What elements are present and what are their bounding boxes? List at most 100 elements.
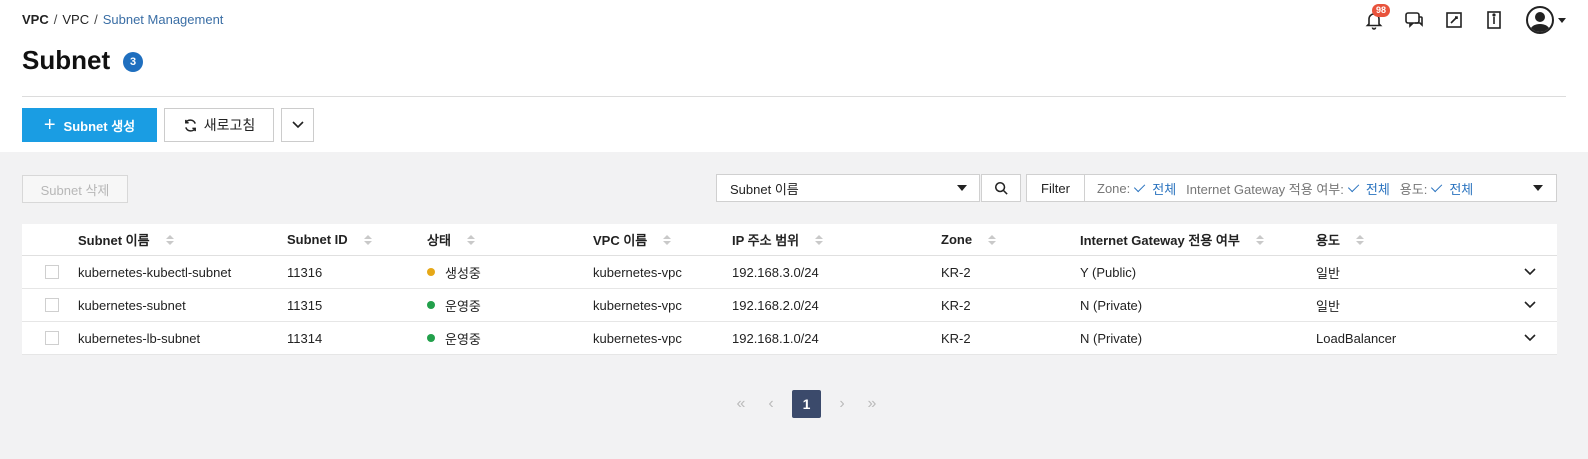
sort-icon [466,234,475,245]
user-icon[interactable] [1526,6,1554,34]
check-icon [1134,180,1146,193]
chat-icon[interactable] [1402,8,1426,32]
sort-icon [663,234,672,245]
cell-igw: N (Private) [1080,330,1143,346]
cell-ip-range: 192.168.2.0/24 [732,297,819,313]
column-header-subnet-name[interactable]: Subnet 이름 [78,230,174,249]
column-header-usage[interactable]: 용도 [1316,230,1364,249]
filter-key-usage: 용도: [1399,181,1428,197]
page-button-current[interactable]: 1 [792,390,821,418]
column-header-vpc-name[interactable]: VPC 이름 [593,230,672,249]
cell-vpc-name: kubernetes-vpc [593,264,682,280]
subnet-table: Subnet 이름 Subnet ID 상태 VPC 이름 IP 주소 범위 Z… [22,224,1557,355]
refresh-button[interactable]: 새로고침 [164,108,274,142]
column-header-ip-range[interactable]: IP 주소 범위 [732,230,824,249]
filter-bar[interactable]: Filter Zone: 전체 Internet Gateway 적용 여부: … [1026,174,1557,202]
breadcrumb: VPC / VPC / Subnet Management [22,12,223,27]
table-row[interactable]: kubernetes-subnet 11315 운영중 kubernetes-v… [22,289,1557,322]
content-area: Subnet 삭제 Subnet 이름 Filter Zone: 전체 Inte… [0,152,1588,459]
sort-icon [1255,234,1264,245]
cell-status: 운영중 [427,296,481,315]
column-header-igw[interactable]: Internet Gateway 전용 여부 [1080,230,1264,249]
breadcrumb-item-subnet-management[interactable]: Subnet Management [103,12,224,27]
breadcrumb-separator: / [94,12,98,27]
row-checkbox[interactable] [45,265,59,279]
filter-label: Filter [1027,175,1085,201]
sort-icon [165,234,174,245]
delete-subnet-button[interactable]: Subnet 삭제 [22,175,128,203]
filter-key-zone: Zone: [1097,180,1131,196]
bell-icon[interactable]: 98 [1362,4,1391,32]
chevron-down-icon[interactable] [1523,333,1537,343]
search-button[interactable] [981,174,1021,202]
check-icon [1431,180,1443,193]
cell-vpc-name: kubernetes-vpc [593,330,682,346]
table-row[interactable]: kubernetes-kubectl-subnet 11316 생성중 kube… [22,256,1557,289]
filter-value-igw[interactable]: 전체 [1347,179,1390,198]
cell-subnet-id: 11314 [287,330,323,346]
cell-subnet-name: kubernetes-lb-subnet [78,330,201,346]
last-page-icon[interactable]: » [857,390,887,418]
create-subnet-button[interactable]: + Subnet 생성 [22,108,157,142]
filter-key-igw: Internet Gateway 적용 여부: [1186,181,1344,197]
cell-ip-range: 192.168.3.0/24 [732,264,819,280]
filter-value-zone[interactable]: 전체 [1134,179,1176,198]
refresh-label: 새로고침 [203,117,256,133]
user-menu[interactable] [1526,6,1566,34]
memo-icon[interactable] [1442,8,1466,32]
search-field-select[interactable]: Subnet 이름 [716,174,980,202]
row-checkbox[interactable] [45,331,59,345]
create-subnet-label: Subnet 생성 [63,118,136,134]
page-title: Subnet [22,45,111,75]
cell-subnet-id: 11316 [287,264,323,280]
cell-igw: N (Private) [1080,297,1143,313]
search-icon [994,181,1008,195]
status-dot [427,268,435,276]
cell-usage: 일반 [1316,298,1340,314]
next-page-icon[interactable]: › [827,390,857,418]
chevron-down-icon[interactable] [1523,267,1537,277]
prev-page-icon[interactable]: ‹ [756,390,786,418]
search-field-value: Subnet 이름 [730,181,799,197]
chevron-down-icon[interactable] [1523,300,1537,310]
status-dot [427,301,435,309]
cell-subnet-id: 11315 [287,297,323,313]
breadcrumb-item-vpc[interactable]: VPC [62,12,89,27]
cell-vpc-name: kubernetes-vpc [593,297,682,313]
triangle-down-icon [957,185,967,191]
status-dot [427,334,435,342]
table-header: Subnet 이름 Subnet ID 상태 VPC 이름 IP 주소 범위 Z… [22,224,1557,256]
cell-zone: KR-2 [941,264,971,280]
book-icon[interactable] [1482,8,1506,32]
check-icon [1347,180,1360,193]
column-header-zone[interactable]: Zone [941,232,997,247]
breadcrumb-item-vpc-root[interactable]: VPC [22,12,49,27]
cell-usage: 일반 [1316,265,1340,281]
cell-subnet-name: kubernetes-subnet [78,297,186,313]
sort-icon [1355,234,1364,245]
sort-icon [363,234,372,245]
filter-items: Zone: 전체 Internet Gateway 적용 여부: 전체 용도: … [1085,179,1556,198]
filter-expand-icon[interactable] [1533,185,1543,191]
cell-subnet-name: kubernetes-kubectl-subnet [78,264,232,280]
filter-value-usage[interactable]: 전체 [1431,179,1473,198]
notification-badge: 98 [1372,4,1391,17]
column-header-status[interactable]: 상태 [427,230,475,249]
column-header-subnet-id[interactable]: Subnet ID [287,232,372,247]
plus-icon: + [43,114,56,136]
cell-zone: KR-2 [941,330,971,346]
cell-status: 운영중 [427,329,481,348]
cell-usage: LoadBalancer [1316,330,1397,346]
chevron-down-icon [291,121,304,129]
breadcrumb-separator: / [53,12,58,27]
refresh-icon [184,118,196,132]
row-checkbox[interactable] [45,298,59,312]
more-actions-button[interactable] [281,108,314,142]
pagination: « ‹ 1 › » [726,390,887,418]
cell-status: 생성중 [427,263,481,282]
first-page-icon[interactable]: « [726,390,756,418]
table-row[interactable]: kubernetes-lb-subnet 11314 운영중 kubernete… [22,322,1557,355]
divider [22,96,1566,97]
cell-igw: Y (Public) [1080,264,1137,280]
sort-icon [988,234,997,245]
